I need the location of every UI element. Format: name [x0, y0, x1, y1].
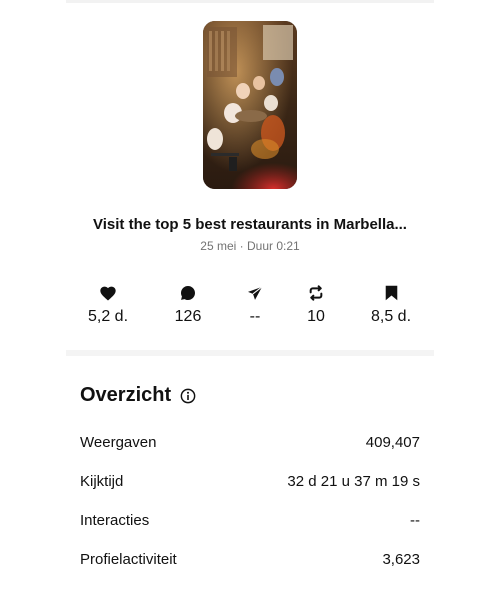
saves-count: 8,5 d.: [370, 308, 412, 325]
heart-icon: [68, 284, 148, 302]
stat-likes: 5,2 d.: [68, 284, 148, 326]
overview-header: Overzicht: [80, 384, 196, 407]
bookmark-icon: [351, 284, 431, 302]
reel-stats: 5,2 d. 126 -- 10 8,5 d.: [68, 284, 432, 334]
reel-thumbnail[interactable]: [203, 21, 297, 189]
overview-row-profile-activity[interactable]: Profielactiviteit 3,623: [80, 548, 420, 570]
reel-meta: 25 mei · Duur 0:21: [200, 239, 300, 253]
section-divider: [66, 350, 434, 356]
overview-row-watch-time: Kijktijd 32 d 21 u 37 m 19 s: [80, 470, 420, 492]
likes-count: 5,2 d.: [87, 308, 129, 325]
row-label: Interacties: [80, 511, 150, 529]
restaurant-photo: [203, 21, 297, 189]
reel-title: Visit the top 5 best restaurants in Marb…: [93, 216, 407, 233]
row-value: 3,623: [382, 550, 420, 568]
overview-row-interactions: Interacties --: [80, 509, 420, 531]
stat-reposts: 10: [276, 284, 356, 326]
overview-row-views: Weergaven 409,407: [80, 431, 420, 453]
top-divider: [66, 0, 434, 3]
repost-icon: [276, 284, 356, 302]
row-label: Kijktijd: [80, 472, 124, 490]
info-icon[interactable]: [180, 388, 196, 404]
reposts-count: 10: [307, 308, 325, 325]
row-value: 409,407: [365, 433, 420, 451]
overview-title: Overzicht: [80, 384, 172, 406]
row-label: Profielactiviteit: [80, 550, 177, 568]
row-value: --: [410, 511, 420, 529]
row-label: Weergaven: [80, 433, 157, 451]
row-value: 32 d 21 u 37 m 19 s: [287, 472, 420, 490]
stat-saves: 8,5 d.: [351, 284, 431, 326]
